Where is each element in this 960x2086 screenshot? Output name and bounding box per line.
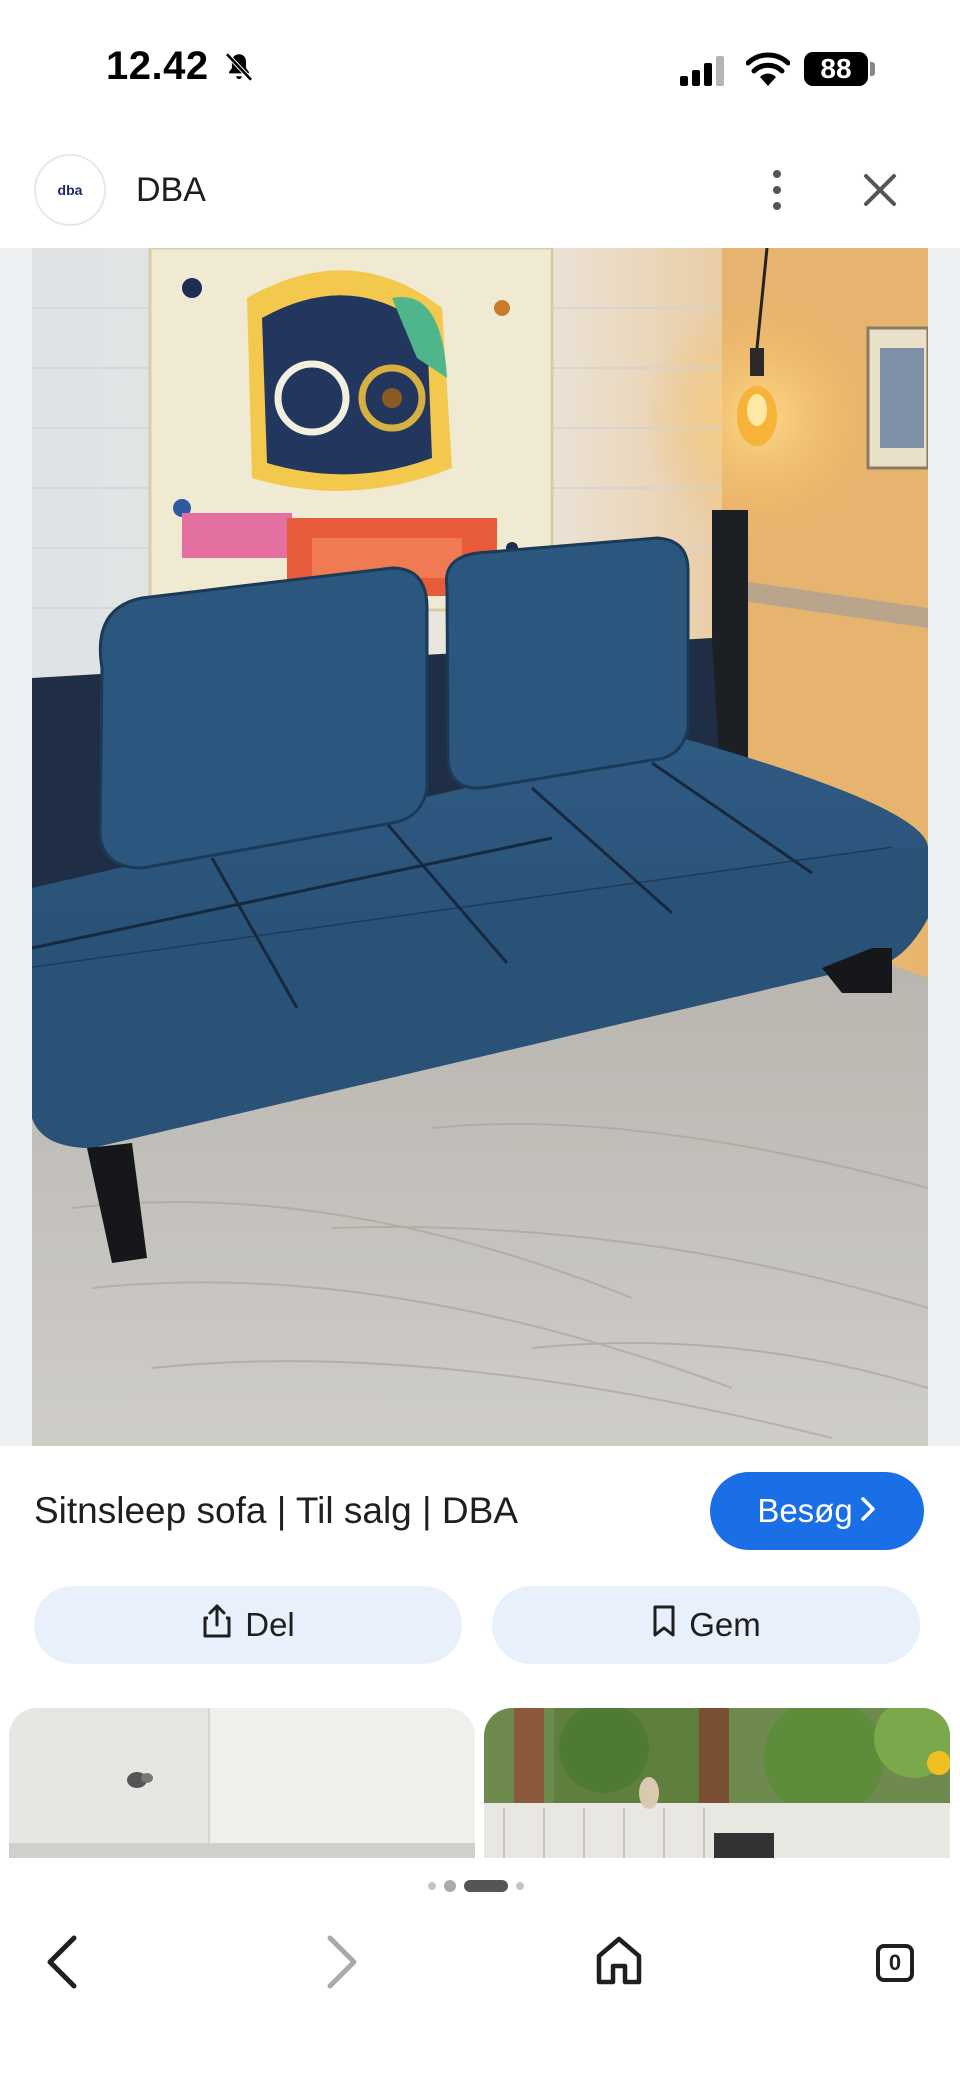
site-name: DBA: [136, 171, 206, 209]
status-time: 12.42: [106, 44, 209, 88]
bell-muted-icon: [222, 50, 256, 89]
battery-cap: [870, 62, 875, 76]
wifi-icon: [745, 52, 791, 91]
bottom-toolbar: [0, 1906, 960, 2086]
carousel-pagination: [428, 1880, 524, 1892]
bookmark-icon: [651, 1604, 677, 1646]
site-logo[interactable]: dba: [34, 154, 106, 226]
result-title[interactable]: Sitnsleep sofa | Til salg | DBA: [34, 1490, 518, 1532]
pagination-dot-active[interactable]: [464, 1880, 508, 1892]
tabs-count-button[interactable]: 0: [876, 1944, 914, 1982]
save-label: Gem: [689, 1606, 761, 1643]
home-icon[interactable]: [594, 1934, 644, 1991]
share-button[interactable]: Del: [34, 1586, 462, 1664]
chevron-right-icon: [859, 1493, 877, 1530]
more-vert-icon[interactable]: [760, 168, 794, 212]
share-label: Del: [245, 1606, 295, 1643]
chevron-right-icon[interactable]: [318, 1932, 364, 1997]
sofa-photo[interactable]: [32, 248, 928, 1446]
save-button[interactable]: Gem: [492, 1586, 920, 1664]
pagination-dot[interactable]: [444, 1880, 456, 1892]
visit-button[interactable]: Besøg: [710, 1472, 924, 1550]
chevron-left-icon[interactable]: [40, 1932, 86, 1997]
cellular-signal-icon: [680, 56, 728, 91]
pagination-dot[interactable]: [428, 1882, 436, 1890]
visit-label: Besøg: [757, 1492, 853, 1529]
close-icon[interactable]: [860, 170, 900, 210]
related-image-thumbnail[interactable]: [9, 1708, 475, 1858]
battery-level: 88: [804, 52, 868, 86]
related-image-thumbnail[interactable]: [484, 1708, 950, 1858]
share-icon: [201, 1603, 233, 1647]
pagination-dot[interactable]: [516, 1882, 524, 1890]
